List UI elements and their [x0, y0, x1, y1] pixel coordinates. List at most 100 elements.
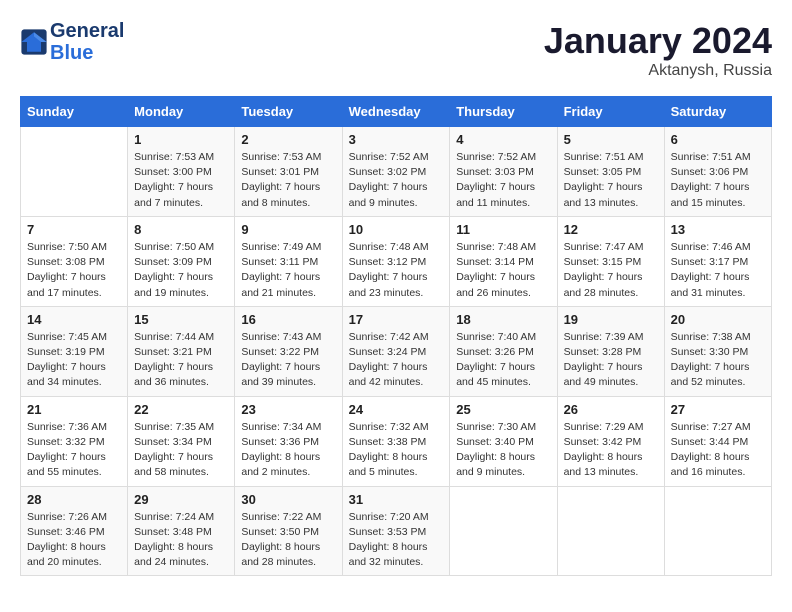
day-cell: 29 Sunrise: 7:24 AMSunset: 3:48 PMDayligh…: [128, 486, 235, 576]
day-number: 24: [349, 402, 444, 417]
day-number: 20: [671, 312, 765, 327]
day-cell: 25 Sunrise: 7:30 AMSunset: 3:40 PMDayligh…: [450, 396, 557, 486]
day-number: 27: [671, 402, 765, 417]
day-cell: 19Sunrise: 7:39 AMSunset: 3:28 PMDayligh…: [557, 306, 664, 396]
month-title: January 2024: [544, 20, 772, 62]
day-cell: 2 Sunrise: 7:53 AMSunset: 3:01 PMDaylight…: [235, 127, 342, 217]
day-info: Sunrise: 7:35 AMSunset: 3:34 PMDaylight:…: [134, 420, 228, 481]
day-cell: 31 Sunrise: 7:20 AMSunset: 3:53 PMDayligh…: [342, 486, 450, 576]
day-info: Sunrise: 7:30 AMSunset: 3:40 PMDaylight:…: [456, 420, 550, 481]
day-number: 19: [564, 312, 658, 327]
day-info: Sunrise: 7:51 AMSunset: 3:06 PMDaylight:…: [671, 150, 765, 211]
day-cell: 4 Sunrise: 7:52 AMSunset: 3:03 PMDaylight…: [450, 127, 557, 217]
day-info: Sunrise: 7:50 AMSunset: 3:09 PMDaylight:…: [134, 240, 228, 301]
day-number: 21: [27, 402, 121, 417]
title-block: January 2024 Aktanysh, Russia: [544, 20, 772, 80]
col-header-tuesday: Tuesday: [235, 97, 342, 127]
header-row: SundayMondayTuesdayWednesdayThursdayFrid…: [21, 97, 772, 127]
day-info: Sunrise: 7:49 AMSunset: 3:11 PMDaylight:…: [241, 240, 335, 301]
day-info: Sunrise: 7:27 AMSunset: 3:44 PMDaylight:…: [671, 420, 765, 481]
day-info: Sunrise: 7:40 AMSunset: 3:26 PMDaylight:…: [456, 330, 550, 391]
day-info: Sunrise: 7:32 AMSunset: 3:38 PMDaylight:…: [349, 420, 444, 481]
day-number: 28: [27, 492, 121, 507]
day-info: Sunrise: 7:44 AMSunset: 3:21 PMDaylight:…: [134, 330, 228, 391]
week-row-1: 1Sunrise: 7:53 AMSunset: 3:00 PMDaylight…: [21, 127, 772, 217]
day-cell: [664, 486, 771, 576]
day-number: 17: [349, 312, 444, 327]
day-cell: 3Sunrise: 7:52 AMSunset: 3:02 PMDaylight…: [342, 127, 450, 217]
day-cell: 5Sunrise: 7:51 AMSunset: 3:05 PMDaylight…: [557, 127, 664, 217]
day-number: 14: [27, 312, 121, 327]
day-cell: 28 Sunrise: 7:26 AMSunset: 3:46 PMDayligh…: [21, 486, 128, 576]
day-info: Sunrise: 7:43 AMSunset: 3:22 PMDaylight:…: [241, 330, 335, 391]
week-row-2: 7 Sunrise: 7:50 AMSunset: 3:08 PMDaylight…: [21, 216, 772, 306]
day-info: Sunrise: 7:52 AMSunset: 3:03 PMDaylight:…: [456, 150, 550, 211]
day-info: Sunrise: 7:29 AMSunset: 3:42 PMDaylight:…: [564, 420, 658, 481]
day-info: Sunrise: 7:22 AMSunset: 3:50 PMDaylight:…: [241, 510, 335, 571]
day-number: 11: [456, 222, 550, 237]
day-number: 22: [134, 402, 228, 417]
day-number: 29: [134, 492, 228, 507]
week-row-4: 21 Sunrise: 7:36 AMSunset: 3:32 PMDayligh…: [21, 396, 772, 486]
calendar-table: SundayMondayTuesdayWednesdayThursdayFrid…: [20, 96, 772, 576]
logo: General Blue: [20, 20, 124, 64]
day-cell: 23Sunrise: 7:34 AMSunset: 3:36 PMDayligh…: [235, 396, 342, 486]
logo-icon: [20, 28, 48, 56]
day-cell: 20 Sunrise: 7:38 AMSunset: 3:30 PMDayligh…: [664, 306, 771, 396]
day-info: Sunrise: 7:20 AMSunset: 3:53 PMDaylight:…: [349, 510, 444, 571]
day-cell: 1Sunrise: 7:53 AMSunset: 3:00 PMDaylight…: [128, 127, 235, 217]
day-number: 25: [456, 402, 550, 417]
day-info: Sunrise: 7:47 AMSunset: 3:15 PMDaylight:…: [564, 240, 658, 301]
col-header-saturday: Saturday: [664, 97, 771, 127]
day-info: Sunrise: 7:48 AMSunset: 3:14 PMDaylight:…: [456, 240, 550, 301]
day-number: 13: [671, 222, 765, 237]
day-cell: 22 Sunrise: 7:35 AMSunset: 3:34 PMDayligh…: [128, 396, 235, 486]
page-header: General Blue January 2024 Aktanysh, Russ…: [20, 20, 772, 80]
col-header-wednesday: Wednesday: [342, 97, 450, 127]
day-number: 4: [456, 132, 550, 147]
day-cell: 15Sunrise: 7:44 AMSunset: 3:21 PMDayligh…: [128, 306, 235, 396]
day-info: Sunrise: 7:42 AMSunset: 3:24 PMDaylight:…: [349, 330, 444, 391]
day-cell: 30Sunrise: 7:22 AMSunset: 3:50 PMDayligh…: [235, 486, 342, 576]
location-subtitle: Aktanysh, Russia: [544, 62, 772, 80]
day-cell: 10Sunrise: 7:48 AMSunset: 3:12 PMDayligh…: [342, 216, 450, 306]
col-header-monday: Monday: [128, 97, 235, 127]
day-info: Sunrise: 7:50 AMSunset: 3:08 PMDaylight:…: [27, 240, 121, 301]
day-info: Sunrise: 7:53 AMSunset: 3:00 PMDaylight:…: [134, 150, 228, 211]
day-number: 7: [27, 222, 121, 237]
day-info: Sunrise: 7:24 AMSunset: 3:48 PMDaylight:…: [134, 510, 228, 571]
day-number: 2: [241, 132, 335, 147]
col-header-thursday: Thursday: [450, 97, 557, 127]
day-cell: 18 Sunrise: 7:40 AMSunset: 3:26 PMDayligh…: [450, 306, 557, 396]
day-cell: 9 Sunrise: 7:49 AMSunset: 3:11 PMDaylight…: [235, 216, 342, 306]
day-number: 8: [134, 222, 228, 237]
day-number: 31: [349, 492, 444, 507]
day-number: 9: [241, 222, 335, 237]
day-number: 6: [671, 132, 765, 147]
day-cell: 6 Sunrise: 7:51 AMSunset: 3:06 PMDaylight…: [664, 127, 771, 217]
day-cell: 14 Sunrise: 7:45 AMSunset: 3:19 PMDayligh…: [21, 306, 128, 396]
day-cell: 21 Sunrise: 7:36 AMSunset: 3:32 PMDayligh…: [21, 396, 128, 486]
day-number: 3: [349, 132, 444, 147]
col-header-friday: Friday: [557, 97, 664, 127]
logo-line1: General: [50, 20, 124, 42]
day-info: Sunrise: 7:45 AMSunset: 3:19 PMDaylight:…: [27, 330, 121, 391]
day-info: Sunrise: 7:36 AMSunset: 3:32 PMDaylight:…: [27, 420, 121, 481]
day-info: Sunrise: 7:53 AMSunset: 3:01 PMDaylight:…: [241, 150, 335, 211]
day-number: 16: [241, 312, 335, 327]
day-info: Sunrise: 7:26 AMSunset: 3:46 PMDaylight:…: [27, 510, 121, 571]
day-cell: [21, 127, 128, 217]
day-cell: 17 Sunrise: 7:42 AMSunset: 3:24 PMDayligh…: [342, 306, 450, 396]
day-info: Sunrise: 7:34 AMSunset: 3:36 PMDaylight:…: [241, 420, 335, 481]
col-header-sunday: Sunday: [21, 97, 128, 127]
day-cell: 11 Sunrise: 7:48 AMSunset: 3:14 PMDayligh…: [450, 216, 557, 306]
day-number: 18: [456, 312, 550, 327]
day-cell: 27 Sunrise: 7:27 AMSunset: 3:44 PMDayligh…: [664, 396, 771, 486]
logo-line2: Blue: [50, 42, 124, 64]
day-number: 5: [564, 132, 658, 147]
day-info: Sunrise: 7:38 AMSunset: 3:30 PMDaylight:…: [671, 330, 765, 391]
day-number: 12: [564, 222, 658, 237]
day-cell: 16 Sunrise: 7:43 AMSunset: 3:22 PMDayligh…: [235, 306, 342, 396]
week-row-5: 28 Sunrise: 7:26 AMSunset: 3:46 PMDayligh…: [21, 486, 772, 576]
day-info: Sunrise: 7:46 AMSunset: 3:17 PMDaylight:…: [671, 240, 765, 301]
